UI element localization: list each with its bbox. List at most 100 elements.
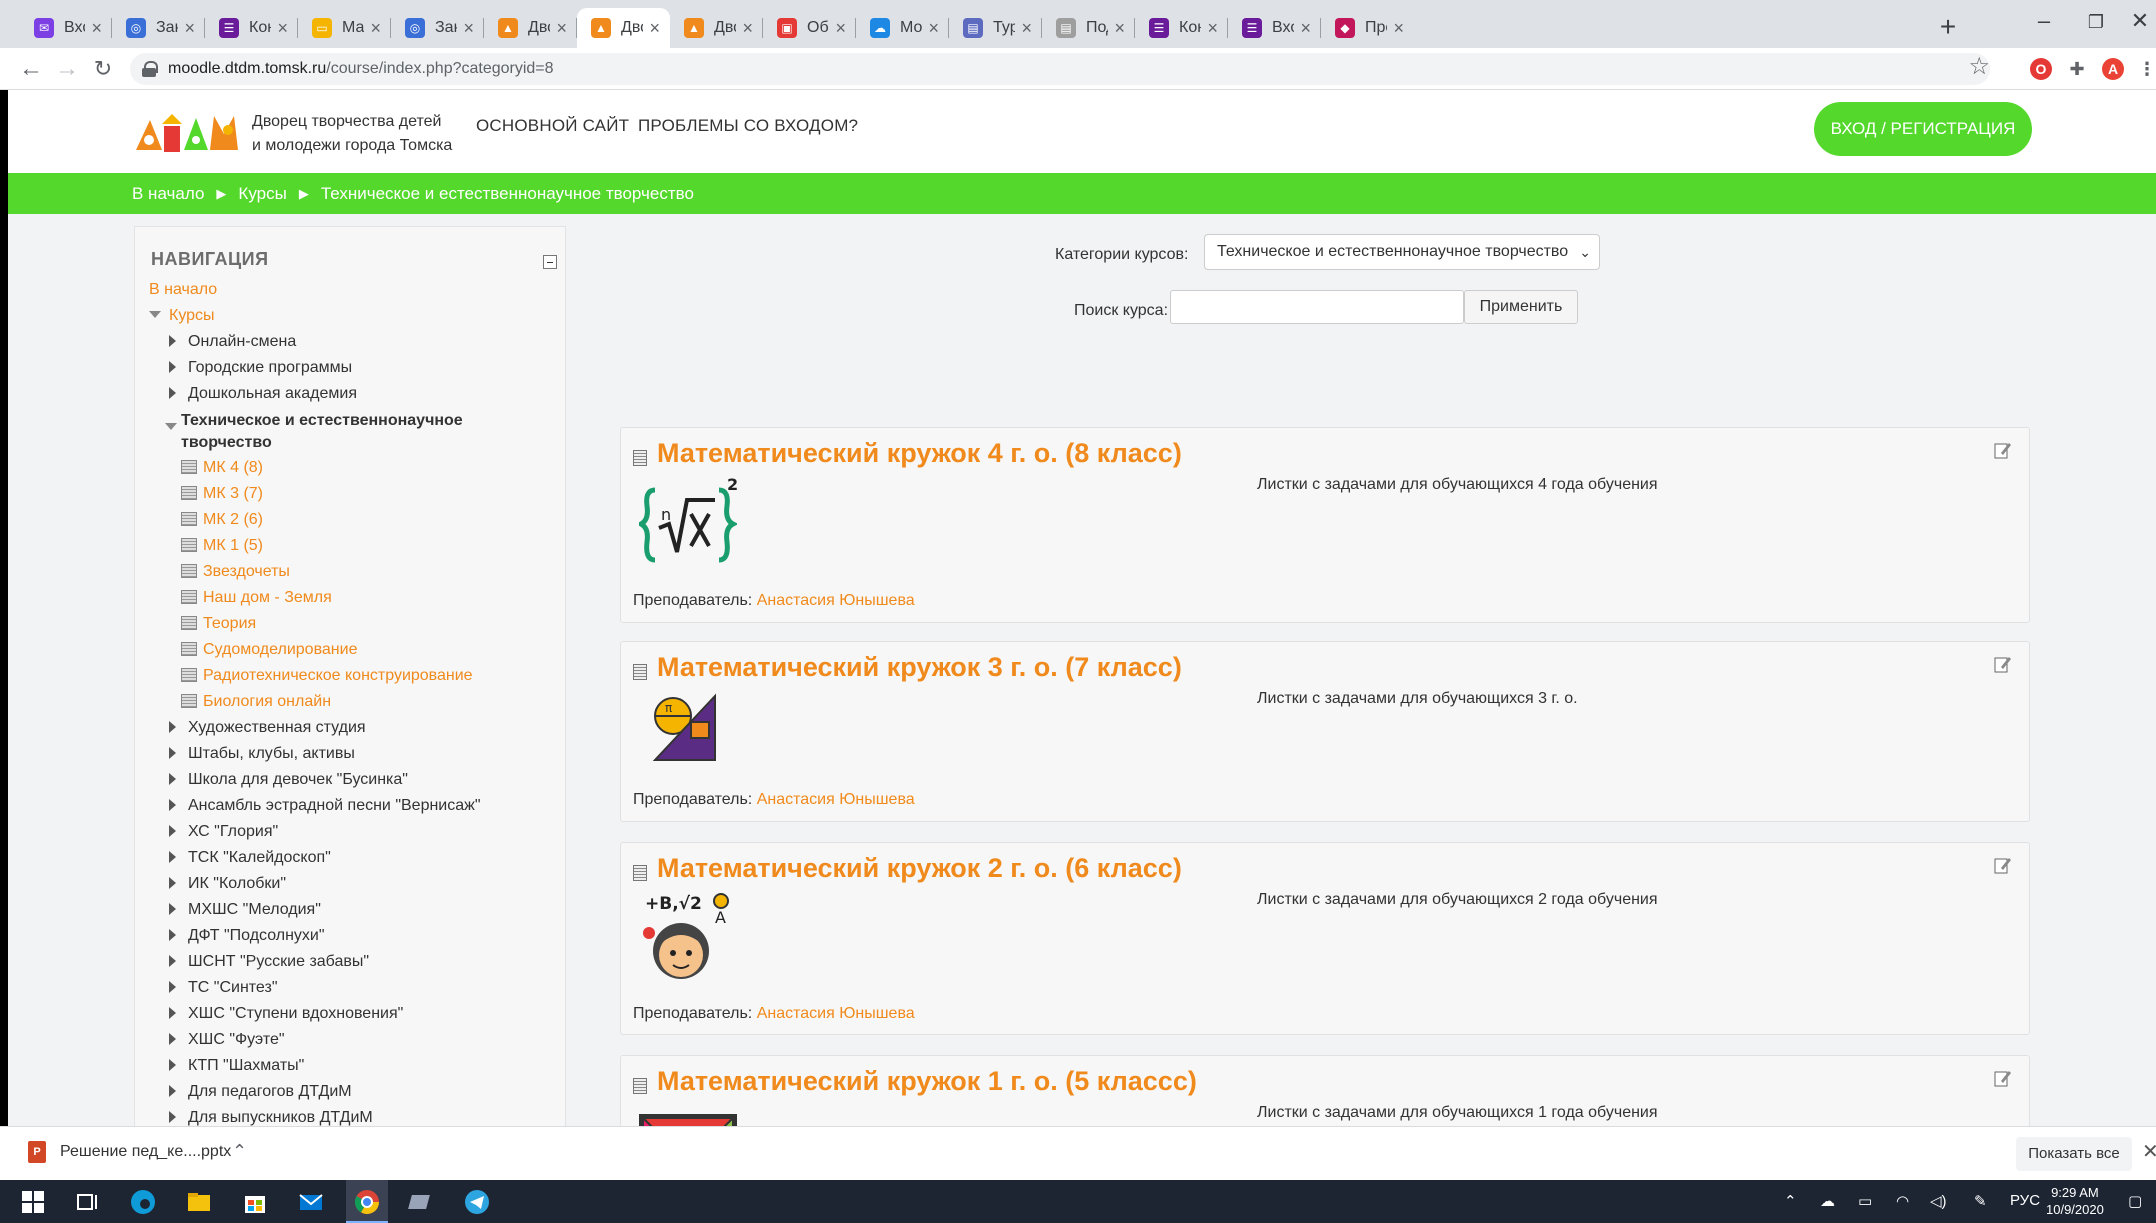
app-icon[interactable] <box>408 1187 438 1217</box>
volume-icon[interactable]: ◁) <box>1930 1192 1947 1210</box>
sidebar-category[interactable]: Для выпускников ДТДиМ <box>149 1105 559 1126</box>
edge-browser-icon[interactable] <box>128 1187 158 1217</box>
nav-main-site-link[interactable]: Основной сайт <box>476 116 629 136</box>
sidebar-category[interactable]: Художественная студия <box>149 715 559 741</box>
battery-icon[interactable]: ▭ <box>1858 1192 1872 1210</box>
nav-home-link[interactable]: В начало <box>149 277 559 303</box>
download-item[interactable]: P Решение пед_ке....pptx <box>28 1141 231 1163</box>
browser-tab[interactable]: ◎Заказ №× <box>391 8 484 48</box>
breadcrumb-home-link[interactable]: В начало <box>132 184 204 204</box>
close-icon[interactable]: ✕ <box>2142 1139 2156 1164</box>
close-icon[interactable]: × <box>1114 18 1125 39</box>
browser-tab[interactable]: ☰Входная× <box>1228 8 1321 48</box>
course-title-link[interactable]: Математический кружок 3 г. о. (7 класс) <box>657 652 1182 683</box>
sidebar-category[interactable]: Для педагогов ДТДиМ <box>149 1079 559 1105</box>
opera-extension-icon[interactable]: O <box>2030 58 2052 80</box>
file-explorer-icon[interactable] <box>184 1187 214 1217</box>
sidebar-category[interactable]: Онлайн-смена <box>149 329 559 355</box>
close-icon[interactable]: × <box>1393 18 1404 39</box>
browser-tab[interactable]: ◆Презент× <box>1321 8 1414 48</box>
sidebar-course-link[interactable]: МК 3 (7) <box>149 481 559 507</box>
close-icon[interactable]: × <box>370 18 381 39</box>
forward-arrow-icon[interactable]: → <box>52 54 82 84</box>
sidebar-category[interactable]: ХС "Глория" <box>149 819 559 845</box>
close-icon[interactable]: × <box>184 18 195 39</box>
sidebar-course-link[interactable]: Судомоделирование <box>149 637 559 663</box>
address-bar[interactable]: moodle.dtdm.tomsk.ru/course/index.php?ca… <box>130 53 1990 85</box>
course-title-link[interactable]: Математический кружок 2 г. о. (6 класс) <box>657 853 1182 884</box>
mail-icon[interactable] <box>296 1187 326 1217</box>
close-icon[interactable]: × <box>91 18 102 39</box>
tray-chevron-up-icon[interactable]: ⌃ <box>1784 1192 1797 1210</box>
course-title-link[interactable]: Математический кружок 1 г. о. (5 классс) <box>657 1066 1197 1097</box>
window-close-icon[interactable]: ✕ <box>2110 8 2156 34</box>
nav-login-problems-link[interactable]: Проблемы со входом? <box>638 116 858 136</box>
sidebar-category[interactable]: Дошкольная академия <box>149 381 559 407</box>
sidebar-category[interactable]: ШСНТ "Русские забавы" <box>149 949 559 975</box>
edit-icon[interactable] <box>1993 654 2013 674</box>
course-category-select[interactable]: Техническое и естественнонаучное творчес… <box>1204 234 1600 270</box>
sidebar-category[interactable]: КТП "Шахматы" <box>149 1053 559 1079</box>
browser-tab-active[interactable]: ▲Дворец× <box>577 8 670 48</box>
windows-start-icon[interactable] <box>18 1187 48 1217</box>
browser-tab[interactable]: ▭Математ× <box>298 8 391 48</box>
sidebar-course-link[interactable]: Теория <box>149 611 559 637</box>
browser-tab[interactable]: ▤Подача× <box>1042 8 1135 48</box>
sidebar-course-link[interactable]: МК 4 (8) <box>149 455 559 481</box>
browser-tab[interactable]: ▣Образо× <box>763 8 856 48</box>
sidebar-category[interactable]: ХШС "Фуэте" <box>149 1027 559 1053</box>
browser-tab[interactable]: ▤Турнир× <box>949 8 1042 48</box>
sidebar-category-current[interactable]: Техническое и естественнонаучное творчест… <box>149 407 559 455</box>
bookmark-star-icon[interactable]: ☆ <box>1968 52 1990 81</box>
nav-courses-link[interactable]: Курсы <box>149 303 559 329</box>
teacher-link[interactable]: Анастасия Юнышева <box>757 592 915 609</box>
show-all-downloads-button[interactable]: Показать все <box>2016 1137 2132 1171</box>
sidebar-course-link[interactable]: Наш дом - Земля <box>149 585 559 611</box>
telegram-icon[interactable] <box>462 1187 492 1217</box>
sidebar-course-link[interactable]: Биология онлайн <box>149 689 559 715</box>
input-language[interactable]: РУС <box>2010 1192 2040 1209</box>
chevron-up-icon[interactable]: ⌃ <box>232 1141 247 1162</box>
sidebar-category[interactable]: Школа для девочек "Бусинка" <box>149 767 559 793</box>
sidebar-course-link[interactable]: МК 1 (5) <box>149 533 559 559</box>
sidebar-category[interactable]: ХШС "Ступени вдохновения" <box>149 1001 559 1027</box>
breadcrumb-courses-link[interactable]: Курсы <box>238 184 286 204</box>
pen-icon[interactable]: ✎ <box>1974 1192 1987 1210</box>
reload-icon[interactable]: ↻ <box>88 54 118 84</box>
sidebar-course-link[interactable]: МК 2 (6) <box>149 507 559 533</box>
close-icon[interactable]: × <box>556 18 567 39</box>
apply-search-button[interactable]: Применить <box>1464 290 1578 324</box>
sidebar-category[interactable]: МХШС "Мелодия" <box>149 897 559 923</box>
wifi-icon[interactable]: ◠ <box>1896 1192 1909 1210</box>
sidebar-category[interactable]: ТС "Синтез" <box>149 975 559 1001</box>
sidebar-course-link[interactable]: Радиотехническое конструирование <box>149 663 559 689</box>
collapse-block-icon[interactable] <box>543 255 557 269</box>
teacher-link[interactable]: Анастасия Юнышева <box>757 1005 915 1022</box>
breadcrumb-current-link[interactable]: Техническое и естественнонаучное творчес… <box>321 184 694 204</box>
avatar[interactable]: A <box>2102 58 2124 80</box>
browser-tab[interactable]: ☁Мои фа× <box>856 8 949 48</box>
close-icon[interactable]: × <box>928 18 939 39</box>
close-icon[interactable]: × <box>649 18 660 39</box>
course-search-input[interactable] <box>1170 290 1464 324</box>
close-icon[interactable]: × <box>1300 18 1311 39</box>
sidebar-category[interactable]: Штабы, клубы, активы <box>149 741 559 767</box>
browser-tab[interactable]: ☰Контакт× <box>205 8 298 48</box>
notifications-icon[interactable]: ▢ <box>2128 1192 2142 1210</box>
browser-tab[interactable]: ✉Входящи× <box>20 8 112 48</box>
edit-icon[interactable] <box>1993 855 2013 875</box>
browser-tab[interactable]: ◎Заказ №× <box>112 8 205 48</box>
puzzle-extensions-icon[interactable]: ✚ <box>2066 58 2088 80</box>
system-clock[interactable]: 9:29 AM 10/9/2020 <box>2046 1184 2104 1218</box>
close-icon[interactable]: × <box>742 18 753 39</box>
task-view-icon[interactable] <box>72 1187 102 1217</box>
browser-tab[interactable]: ☰Контакт× <box>1135 8 1228 48</box>
store-icon[interactable] <box>240 1187 270 1217</box>
onedrive-cloud-icon[interactable]: ☁ <box>1820 1192 1835 1210</box>
edit-icon[interactable] <box>1993 1068 2013 1088</box>
minimize-icon[interactable]: – <box>2014 8 2074 34</box>
close-icon[interactable]: × <box>835 18 846 39</box>
edit-icon[interactable] <box>1993 440 2013 460</box>
close-icon[interactable]: × <box>1021 18 1032 39</box>
chrome-icon[interactable] <box>352 1187 382 1217</box>
